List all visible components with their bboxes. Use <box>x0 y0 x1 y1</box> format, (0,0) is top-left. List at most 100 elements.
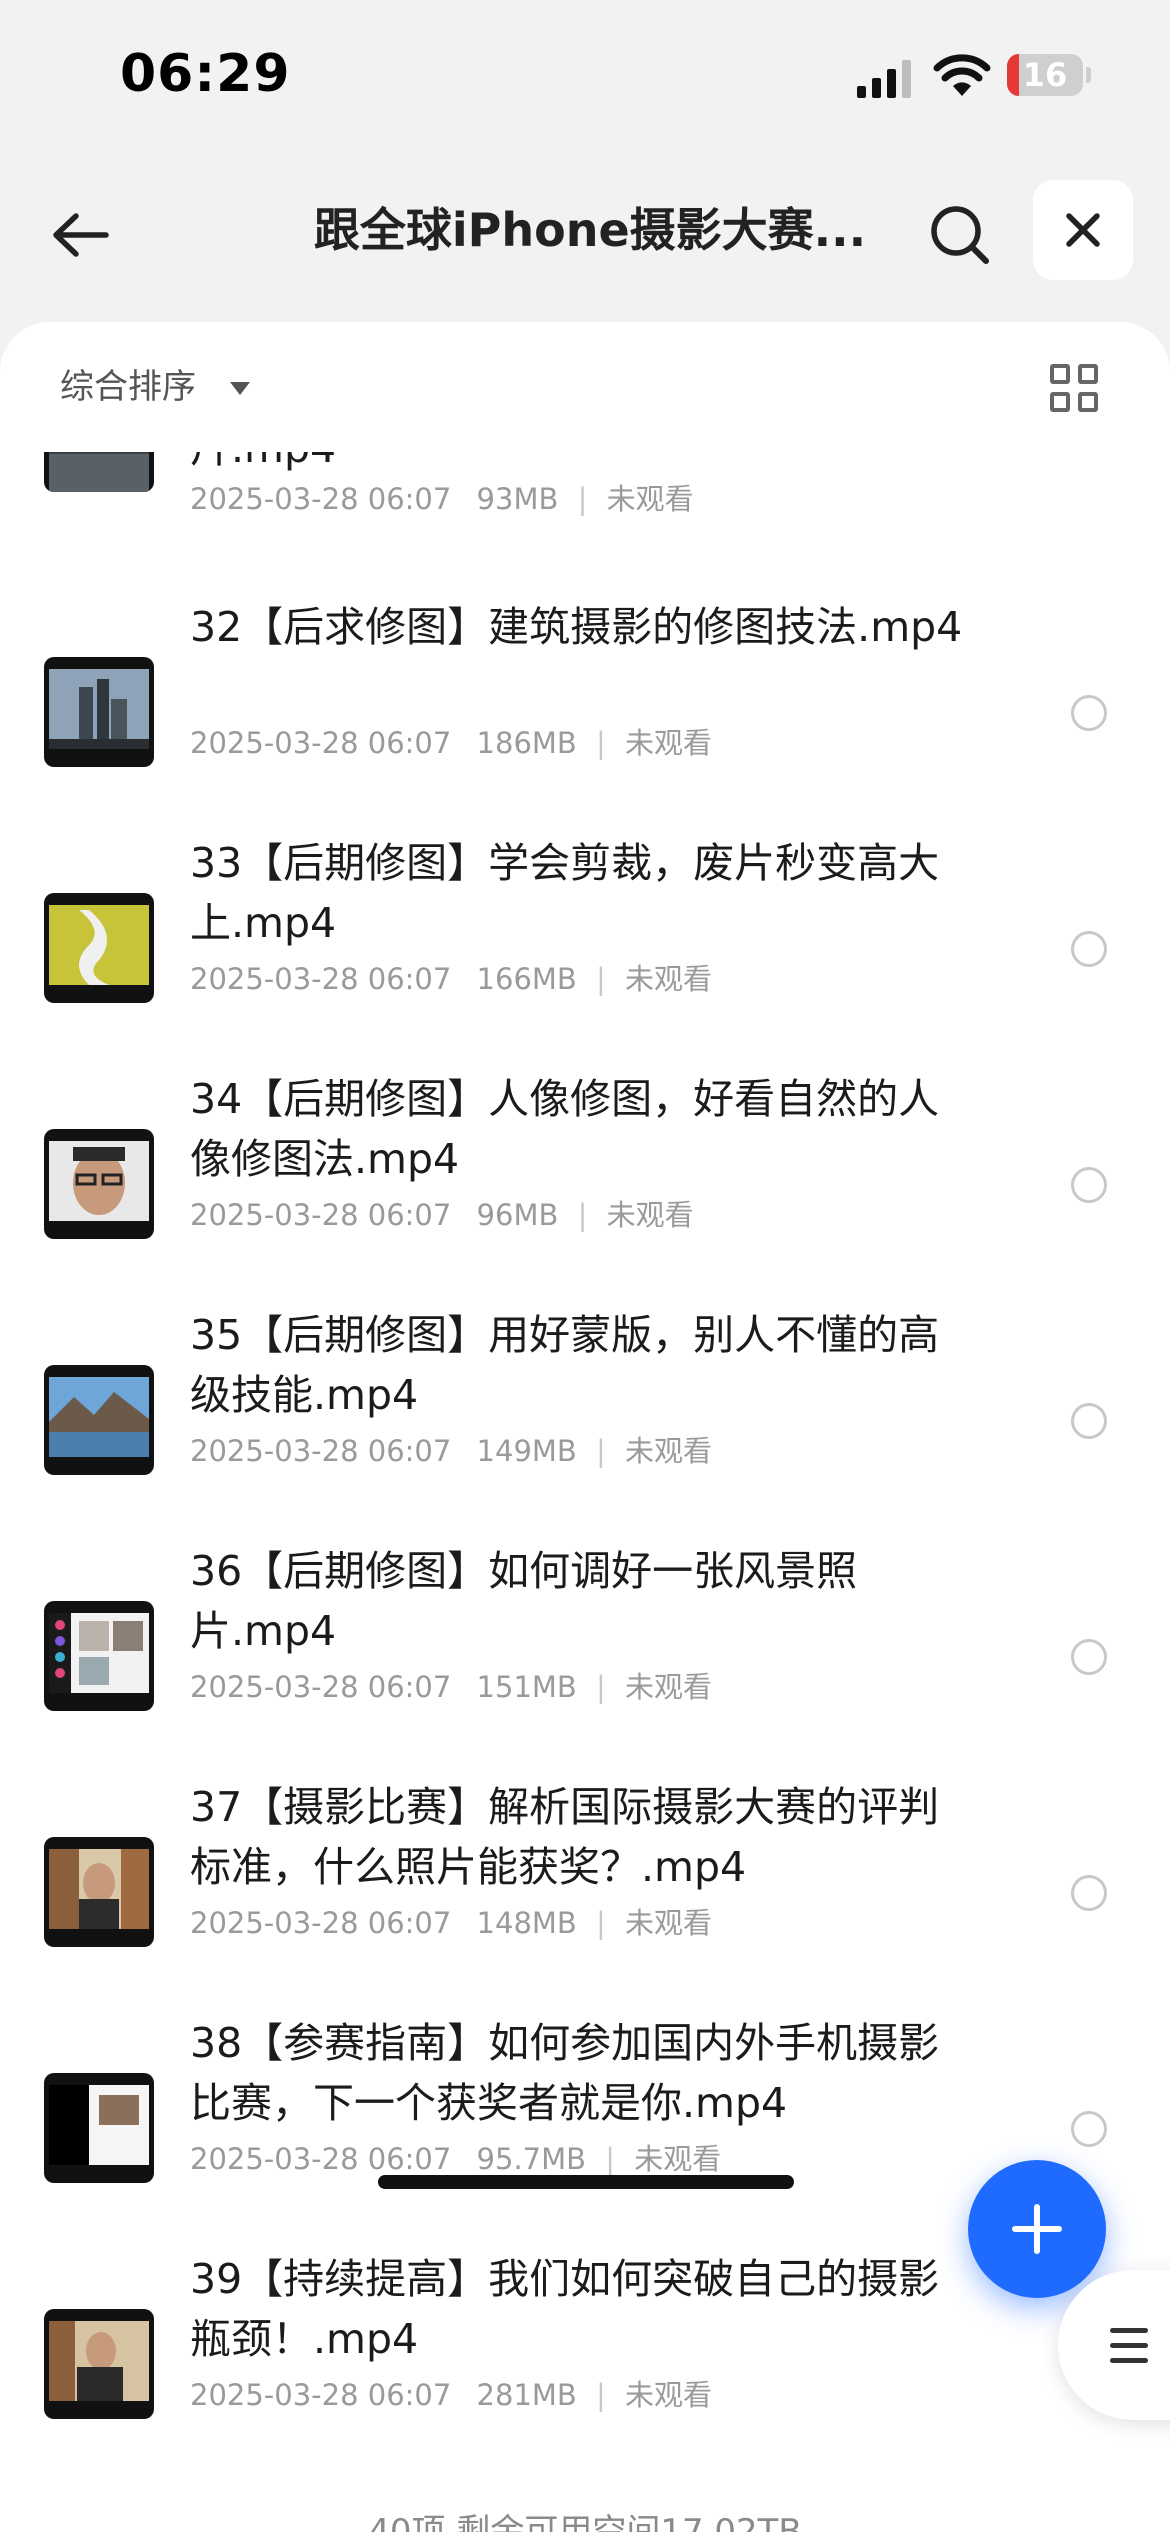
sort-bar: 综合排序 <box>0 322 1170 452</box>
select-radio[interactable] <box>1071 695 1107 731</box>
select-radio[interactable] <box>1071 1167 1107 1203</box>
file-name: 36【后期修图】如何调好一张风景照片.mp4 <box>190 1547 858 1655</box>
close-button[interactable] <box>1033 180 1133 280</box>
select-radio[interactable] <box>1071 1403 1107 1439</box>
file-meta: 2025-03-28 06:07 166MB | 未观看 <box>190 957 712 1001</box>
plus-icon <box>1012 2204 1062 2254</box>
menu-icon <box>1110 2328 1148 2364</box>
file-date: 2025-03-28 06:07 <box>190 482 452 516</box>
video-thumbnail <box>44 2073 154 2183</box>
arrow-left-icon <box>53 213 109 257</box>
file-date: 2025-03-28 06:07 <box>190 726 452 760</box>
file-meta: 2025-03-28 06:07 186MB | 未观看 <box>190 721 712 765</box>
battery-body: 16 <box>1007 54 1083 96</box>
video-thumbnail <box>44 1601 154 1711</box>
video-thumbnail <box>44 1837 154 1947</box>
file-size: 95.7MB <box>476 2142 587 2176</box>
thumbnail-image <box>49 1141 149 1221</box>
file-size: 149MB <box>476 1434 577 1468</box>
status-bar: 06:29 16 <box>0 0 1170 150</box>
home-indicator <box>378 2175 794 2189</box>
grid-view-icon[interactable] <box>1050 364 1100 414</box>
status-time: 06:29 <box>120 44 291 104</box>
search-button[interactable] <box>920 195 1000 275</box>
file-meta: 2025-03-28 06:07 281MB | 未观看 <box>190 2373 712 2417</box>
file-size: 151MB <box>476 1670 577 1704</box>
file-name: 39【持续提高】我们如何突破自己的摄影瓶颈！.mp4 <box>190 2255 940 2363</box>
select-radio[interactable] <box>1071 931 1107 967</box>
watch-status: 未观看 <box>625 726 713 760</box>
watch-status: 未观看 <box>634 2142 722 2176</box>
meta-separator: | <box>596 1670 606 1704</box>
list-item[interactable]: 32【后求修图】建筑摄影的修图技法.mp4 2025-03-28 06:07 1… <box>0 597 1170 833</box>
thumbnail-image <box>49 669 149 749</box>
file-size: 148MB <box>476 1906 577 1940</box>
file-date: 2025-03-28 06:07 <box>190 2142 452 2176</box>
watch-status: 未观看 <box>625 1434 713 1468</box>
select-radio[interactable] <box>1071 2111 1107 2147</box>
video-thumbnail <box>44 2309 154 2419</box>
file-meta: 2025-03-28 06:07 93MB | 未观看 <box>190 477 694 521</box>
thumbnail-image <box>49 2321 149 2401</box>
list-item[interactable]: 36【后期修图】如何调好一张风景照片.mp4 2025-03-28 06:07 … <box>0 1541 1170 1777</box>
meta-separator: | <box>596 1906 606 1940</box>
thumbnail-image <box>49 1849 149 1929</box>
signal-icon <box>857 60 911 98</box>
watch-status: 未观看 <box>606 482 694 516</box>
video-thumbnail <box>44 893 154 1003</box>
watch-status: 未观看 <box>625 2378 713 2412</box>
page: 06:29 16 跟全球iPhone摄影大赛... 2025-03-28 06:… <box>0 0 1170 2532</box>
thumbnail-image <box>49 905 149 985</box>
meta-separator: | <box>577 1198 588 1232</box>
file-date: 2025-03-28 06:07 <box>190 1434 452 1468</box>
thumbnail-image <box>49 1377 149 1457</box>
meta-separator: | <box>577 482 588 516</box>
watch-status: 未观看 <box>625 1906 713 1940</box>
watch-status: 未观看 <box>606 1198 694 1232</box>
list-item[interactable]: 37【摄影比赛】解析国际摄影大赛的评判标准，什么照片能获奖？.mp4 2025-… <box>0 1777 1170 2013</box>
select-radio[interactable] <box>1071 1875 1107 1911</box>
file-meta: 2025-03-28 06:07 148MB | 未观看 <box>190 1901 712 1945</box>
grid-cell <box>1078 364 1098 384</box>
add-button[interactable] <box>968 2160 1106 2298</box>
battery-cap <box>1086 67 1091 83</box>
meta-separator: | <box>596 726 606 760</box>
file-size: 281MB <box>476 2378 577 2412</box>
grid-cell <box>1078 392 1098 412</box>
file-name: 32【后求修图】建筑摄影的修图技法.mp4 <box>190 603 963 651</box>
list-item[interactable]: 34【后期修图】人像修图，好看自然的人像修图法.mp4 2025-03-28 0… <box>0 1069 1170 1305</box>
select-radio[interactable] <box>1071 1639 1107 1675</box>
file-size: 96MB <box>476 1198 559 1232</box>
battery-level: 16 <box>1022 56 1068 94</box>
grid-cell <box>1050 364 1070 384</box>
caret-down-icon[interactable] <box>230 382 250 395</box>
file-meta: 2025-03-28 06:07 151MB | 未观看 <box>190 1665 712 1709</box>
video-thumbnail <box>44 1129 154 1239</box>
video-thumbnail <box>44 1365 154 1475</box>
file-date: 2025-03-28 06:07 <box>190 2378 452 2412</box>
file-size: 93MB <box>476 482 559 516</box>
sort-dropdown[interactable]: 综合排序 <box>60 362 196 412</box>
file-meta: 2025-03-28 06:07 96MB | 未观看 <box>190 1193 694 1237</box>
meta-separator: | <box>596 2378 606 2412</box>
file-name: 33【后期修图】学会剪裁，废片秒变高大上.mp4 <box>190 839 940 947</box>
file-meta: 2025-03-28 06:07 149MB | 未观看 <box>190 1429 712 1473</box>
battery-icon: 16 <box>1007 54 1091 96</box>
file-name: 34【后期修图】人像修图，好看自然的人像修图法.mp4 <box>190 1075 940 1183</box>
close-icon <box>1066 213 1100 247</box>
storage-summary: 40项 剩余可用空间17.02TB <box>368 2512 802 2532</box>
thumbnail-image <box>49 1613 149 1693</box>
back-button[interactable] <box>40 195 120 275</box>
file-date: 2025-03-28 06:07 <box>190 1670 452 1704</box>
file-size: 166MB <box>476 962 577 996</box>
thumbnail-image <box>49 2085 149 2165</box>
list-item[interactable]: 39【持续提高】我们如何突破自己的摄影瓶颈！.mp4 2025-03-28 06… <box>0 2249 1170 2485</box>
list-item[interactable]: 33【后期修图】学会剪裁，废片秒变高大上.mp4 2025-03-28 06:0… <box>0 833 1170 1069</box>
list-item[interactable]: 35【后期修图】用好蒙版，别人不懂的高级技能.mp4 2025-03-28 06… <box>0 1305 1170 1541</box>
search-icon <box>931 206 989 264</box>
wifi-icon <box>933 54 991 96</box>
meta-separator: | <box>596 1434 606 1468</box>
file-size: 186MB <box>476 726 577 760</box>
meta-separator: | <box>605 2142 616 2176</box>
file-date: 2025-03-28 06:07 <box>190 1906 452 1940</box>
